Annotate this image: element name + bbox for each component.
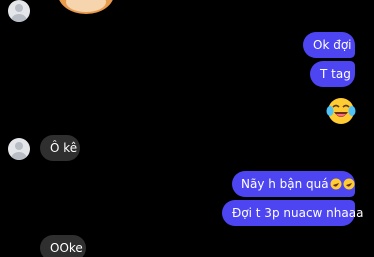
outgoing-message[interactable]: Ok đợi xyxy=(303,32,355,58)
contact-avatar[interactable] xyxy=(8,0,30,22)
message-text: OOke xyxy=(50,241,83,255)
avatar-head-shape xyxy=(15,142,23,150)
message-text: Ô kê xyxy=(50,141,78,155)
outgoing-message[interactable]: Nãy h bận quá xyxy=(232,171,355,197)
incoming-message[interactable]: OOke xyxy=(40,235,86,257)
message-text: Đợi t 3p nuacw nhaaa xyxy=(232,206,364,220)
contact-avatar[interactable] xyxy=(8,138,30,160)
rofl-emoji-icon xyxy=(330,178,342,190)
message-text: Ok đợi xyxy=(313,38,352,52)
avatar-body-shape xyxy=(11,14,27,22)
outgoing-message[interactable]: Đợi t 3p nuacw nhaaa xyxy=(222,200,363,226)
joy-emoji-icon[interactable] xyxy=(326,96,356,126)
incoming-message[interactable]: Ô kê xyxy=(40,135,80,161)
rofl-emoji-icon xyxy=(343,178,355,190)
shiba-dog-sticker[interactable] xyxy=(53,0,119,20)
message-text: T tag xyxy=(320,67,351,81)
avatar-body-shape xyxy=(11,152,27,160)
message-text: Nãy h bận quá xyxy=(241,177,329,191)
outgoing-message[interactable]: T tag xyxy=(310,61,355,87)
avatar-head-shape xyxy=(15,4,23,12)
